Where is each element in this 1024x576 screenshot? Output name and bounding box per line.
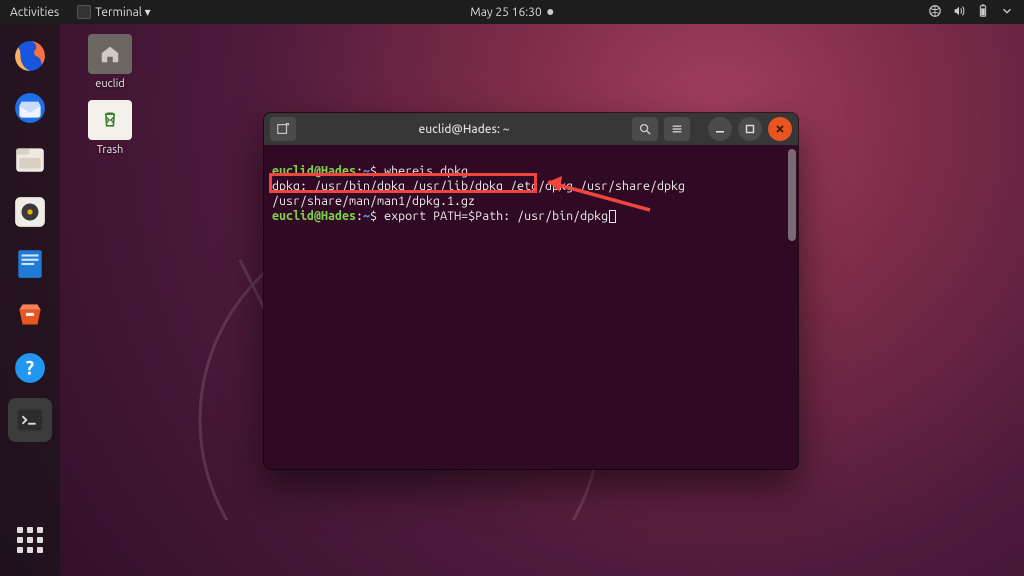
maximize-button[interactable] [738,117,762,141]
annotation-arrow-icon [520,160,660,220]
activities-button[interactable]: Activities [10,6,59,19]
active-app-indicator[interactable]: Terminal ▾ [77,5,150,19]
dock-help[interactable]: ? [8,346,52,390]
minimize-button[interactable] [708,117,732,141]
dock: ? [0,24,60,576]
active-app-label: Terminal ▾ [95,5,150,19]
desktop-icon-home[interactable]: euclid [78,34,142,90]
terminal-title: euclid@Hades: ~ [302,123,626,136]
terminal-scrollbar[interactable] [788,149,796,241]
home-folder-icon [88,34,132,74]
dock-firefox[interactable] [8,34,52,78]
hamburger-menu-button[interactable] [664,117,690,141]
close-button[interactable] [768,117,792,141]
top-bar: Activities Terminal ▾ May 25 16:30 [0,0,1024,24]
show-applications-button[interactable] [8,518,52,562]
battery-icon[interactable] [976,4,990,21]
dock-terminal[interactable] [8,398,52,442]
desktop-icon-trash-label: Trash [78,144,142,156]
network-icon[interactable] [928,4,942,21]
dock-rhythmbox[interactable] [8,190,52,234]
terminal-mini-icon [77,5,91,19]
new-tab-button[interactable] [270,117,296,141]
terminal-titlebar[interactable]: euclid@Hades: ~ [264,113,798,145]
trash-icon [88,100,132,140]
dock-files[interactable] [8,138,52,182]
clock[interactable]: May 25 16:30 [470,6,541,19]
power-menu-icon[interactable] [1000,4,1014,21]
notification-dot-icon [548,9,554,15]
dock-writer[interactable] [8,242,52,286]
dock-thunderbird[interactable] [8,86,52,130]
dock-software[interactable] [8,294,52,338]
svg-text:?: ? [26,356,34,378]
annotation-highlight-box [269,173,537,193]
search-button[interactable] [632,117,658,141]
volume-icon[interactable] [952,4,966,21]
desktop-icon-trash[interactable]: Trash [78,100,142,156]
desktop-icon-home-label: euclid [78,78,142,90]
